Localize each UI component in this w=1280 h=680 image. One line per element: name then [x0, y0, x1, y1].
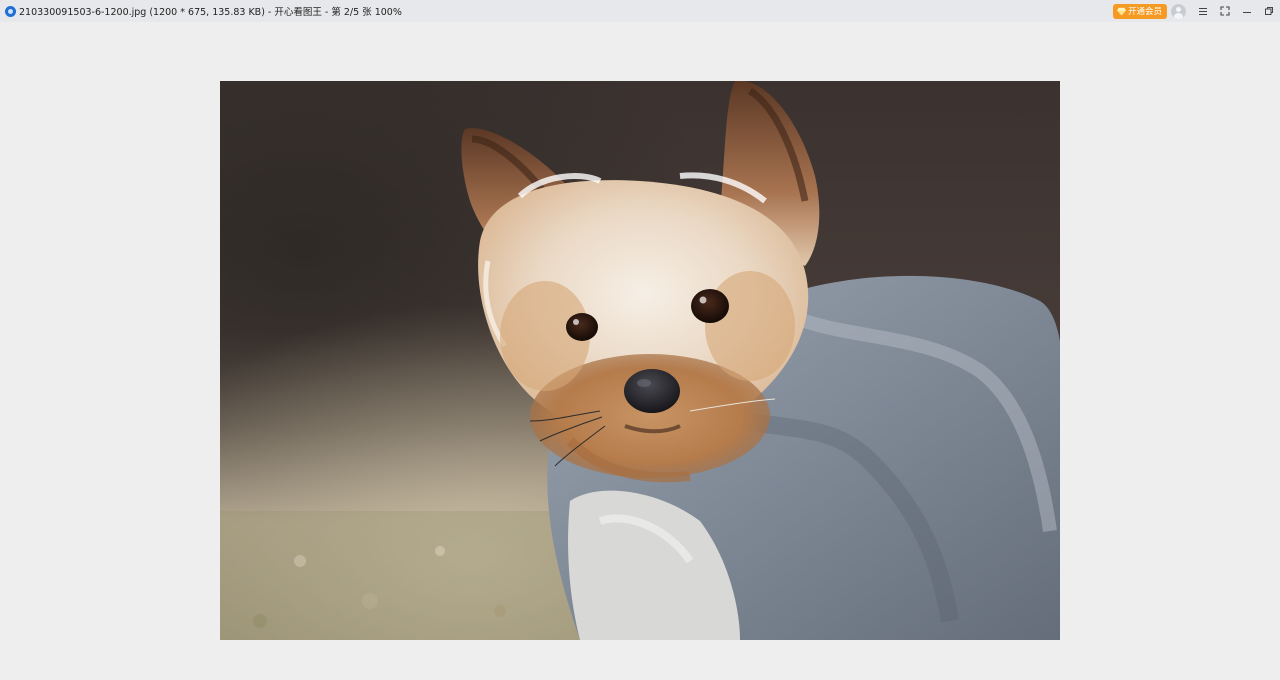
minimize-icon — [1243, 12, 1251, 13]
user-avatar-icon[interactable] — [1171, 3, 1186, 19]
image-viewer-window: 210330091503-6-1200.jpg (1200 * 675, 135… — [0, 0, 1280, 680]
dog-photo[interactable] — [220, 81, 1060, 640]
app-logo-icon — [5, 5, 16, 17]
window-title: 210330091503-6-1200.jpg (1200 * 675, 135… — [19, 7, 402, 18]
fullscreen-icon — [1220, 6, 1230, 16]
fullscreen-button[interactable] — [1214, 0, 1236, 22]
title-bar-controls: 开通会员 — [1112, 0, 1280, 22]
restore-icon — [1265, 7, 1273, 15]
menu-icon — [1199, 7, 1207, 15]
diamond-icon — [1116, 7, 1126, 16]
minimize-button[interactable] — [1236, 0, 1258, 22]
restore-button[interactable] — [1258, 0, 1280, 22]
vip-label: 开通会员 — [1127, 7, 1162, 17]
vip-membership-button[interactable]: 开通会员 — [1112, 3, 1167, 19]
title-bar[interactable]: 210330091503-6-1200.jpg (1200 * 675, 135… — [0, 0, 1280, 22]
menu-button[interactable] — [1192, 0, 1214, 22]
image-canvas[interactable] — [0, 22, 1280, 680]
